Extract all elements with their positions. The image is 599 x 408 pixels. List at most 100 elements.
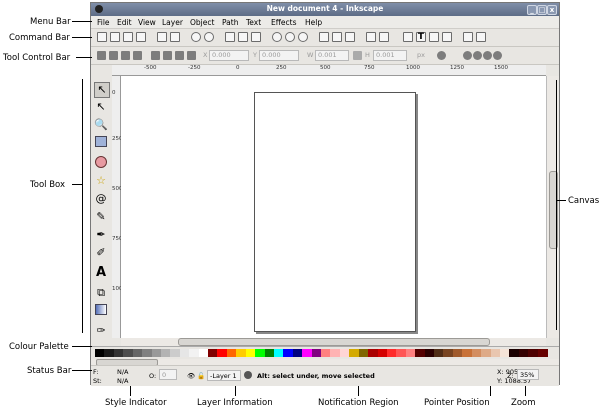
new-icon[interactable] bbox=[97, 32, 107, 42]
canvas[interactable] bbox=[121, 76, 546, 338]
flip-horizontal-icon[interactable] bbox=[121, 51, 130, 60]
group-icon[interactable] bbox=[366, 32, 376, 42]
width-input[interactable]: 0.001 bbox=[315, 50, 349, 61]
label-status-bar: Status Bar bbox=[27, 366, 72, 376]
spiral-tool-icon[interactable]: @ bbox=[94, 192, 108, 206]
unlink-clone-icon[interactable] bbox=[345, 32, 355, 42]
export-icon[interactable] bbox=[170, 32, 180, 42]
rotate-cw-icon[interactable] bbox=[109, 51, 118, 60]
pointer-line bbox=[72, 346, 92, 347]
pointer-line bbox=[76, 57, 92, 58]
document-page[interactable] bbox=[254, 92, 416, 332]
palette-swatch[interactable] bbox=[537, 349, 548, 357]
cut-icon[interactable] bbox=[238, 32, 248, 42]
rotate-ccw-icon[interactable] bbox=[97, 51, 106, 60]
pencil-tool-icon[interactable]: ✎ bbox=[94, 210, 108, 224]
fill-stroke-icon[interactable] bbox=[403, 32, 413, 42]
menu-object[interactable]: Object bbox=[190, 18, 214, 27]
zoom-page-icon[interactable] bbox=[298, 32, 308, 42]
horizontal-scrollbar[interactable] bbox=[121, 338, 546, 346]
title-bar[interactable]: New document 4 - Inkscape _ □ x bbox=[91, 3, 559, 16]
vertical-scrollbar[interactable] bbox=[546, 76, 559, 338]
star-tool-icon[interactable]: ☆ bbox=[94, 174, 108, 188]
y-label: Y bbox=[253, 51, 257, 59]
menu-text[interactable]: Text bbox=[246, 18, 261, 27]
zoom-tool-icon[interactable]: 🔍 bbox=[94, 118, 108, 132]
pen-tool-icon[interactable]: ✒ bbox=[94, 228, 108, 242]
fill-indicator[interactable]: N/A bbox=[117, 368, 129, 376]
menu-file[interactable]: File bbox=[97, 18, 110, 27]
height-input[interactable]: 0.001 bbox=[373, 50, 407, 61]
lock-layer-icon[interactable]: 🔓 bbox=[197, 372, 205, 380]
undo-icon[interactable] bbox=[191, 32, 201, 42]
unit-select[interactable]: px bbox=[417, 51, 425, 59]
tool-control-bar: X 0.000 Y 0.000 W 0.001 H 0.001 px bbox=[91, 47, 559, 65]
dropper-tool-icon[interactable]: ✑ bbox=[94, 324, 108, 338]
label-canvas: Canvas bbox=[568, 196, 599, 206]
menu-path[interactable]: Path bbox=[222, 18, 238, 27]
maximize-button[interactable]: □ bbox=[537, 5, 547, 15]
ruler-tick: 750 bbox=[364, 65, 375, 71]
print-icon[interactable] bbox=[136, 32, 146, 42]
paste-icon[interactable] bbox=[251, 32, 261, 42]
rectangle-tool-icon[interactable] bbox=[94, 136, 108, 150]
open-icon[interactable] bbox=[110, 32, 120, 42]
lower-bottom-icon[interactable] bbox=[187, 51, 196, 60]
opacity-input[interactable]: 0 bbox=[159, 369, 177, 380]
close-button[interactable]: x bbox=[547, 5, 557, 15]
layer-selector[interactable]: -Layer 1 bbox=[207, 370, 241, 381]
preferences-icon[interactable] bbox=[463, 32, 473, 42]
menu-edit[interactable]: Edit bbox=[117, 18, 132, 27]
h-label: H bbox=[365, 51, 370, 59]
menu-effects[interactable]: Effects bbox=[271, 18, 297, 27]
menu-layer[interactable]: Layer bbox=[162, 18, 183, 27]
menu-help[interactable]: Help bbox=[305, 18, 322, 27]
x-input[interactable]: 0.000 bbox=[209, 50, 249, 61]
selector-tool-icon[interactable]: ↖ bbox=[94, 82, 110, 98]
eye-icon[interactable]: 👁 bbox=[187, 372, 195, 380]
zoom-selection-icon[interactable] bbox=[272, 32, 282, 42]
save-icon[interactable] bbox=[123, 32, 133, 42]
document-properties-icon[interactable] bbox=[476, 32, 486, 42]
text-font-icon[interactable]: T bbox=[416, 32, 426, 42]
ruler-tick: 0 bbox=[236, 65, 240, 71]
unit-dropdown-icon[interactable] bbox=[437, 51, 446, 60]
scale-patterns-icon[interactable] bbox=[493, 51, 502, 60]
scale-corners-icon[interactable] bbox=[473, 51, 482, 60]
gradient-tool-icon[interactable] bbox=[94, 304, 108, 318]
lock-icon[interactable] bbox=[353, 51, 362, 60]
copy-icon[interactable] bbox=[225, 32, 235, 42]
zoom-drawing-icon[interactable] bbox=[285, 32, 295, 42]
scale-stroke-icon[interactable] bbox=[463, 51, 472, 60]
import-icon[interactable] bbox=[157, 32, 167, 42]
lower-icon[interactable] bbox=[175, 51, 184, 60]
layer-dropdown-icon[interactable] bbox=[244, 371, 252, 379]
ruler-tick: 1500 bbox=[494, 65, 508, 71]
duplicate-icon[interactable] bbox=[319, 32, 329, 42]
horizontal-scrollbar-thumb[interactable] bbox=[178, 338, 490, 346]
pointer-line bbox=[525, 386, 526, 396]
text-tool-icon[interactable]: A bbox=[94, 266, 108, 280]
y-input[interactable]: 0.000 bbox=[259, 50, 299, 61]
minimize-button[interactable]: _ bbox=[527, 5, 537, 15]
ruler-tick: 1250 bbox=[450, 65, 464, 71]
redo-icon[interactable] bbox=[204, 32, 214, 42]
zoom-label: Z: bbox=[507, 372, 514, 380]
clone-icon[interactable] bbox=[332, 32, 342, 42]
raise-icon[interactable] bbox=[163, 51, 172, 60]
scale-gradients-icon[interactable] bbox=[483, 51, 492, 60]
ellipse-tool-icon[interactable] bbox=[94, 156, 108, 170]
zoom-input[interactable]: 35% bbox=[517, 369, 539, 380]
align-icon[interactable] bbox=[442, 32, 452, 42]
opacity-label: O: bbox=[149, 372, 157, 380]
ruler-tick: 1000 bbox=[406, 65, 420, 71]
calligraphy-tool-icon[interactable]: ✐ bbox=[94, 246, 108, 260]
connector-tool-icon[interactable]: ⧉ bbox=[94, 286, 108, 300]
ungroup-icon[interactable] bbox=[379, 32, 389, 42]
stroke-indicator[interactable]: N/A bbox=[117, 377, 129, 385]
node-tool-icon[interactable]: ↖ bbox=[94, 100, 108, 114]
raise-top-icon[interactable] bbox=[151, 51, 160, 60]
xml-editor-icon[interactable] bbox=[429, 32, 439, 42]
menu-view[interactable]: View bbox=[138, 18, 156, 27]
flip-vertical-icon[interactable] bbox=[133, 51, 142, 60]
